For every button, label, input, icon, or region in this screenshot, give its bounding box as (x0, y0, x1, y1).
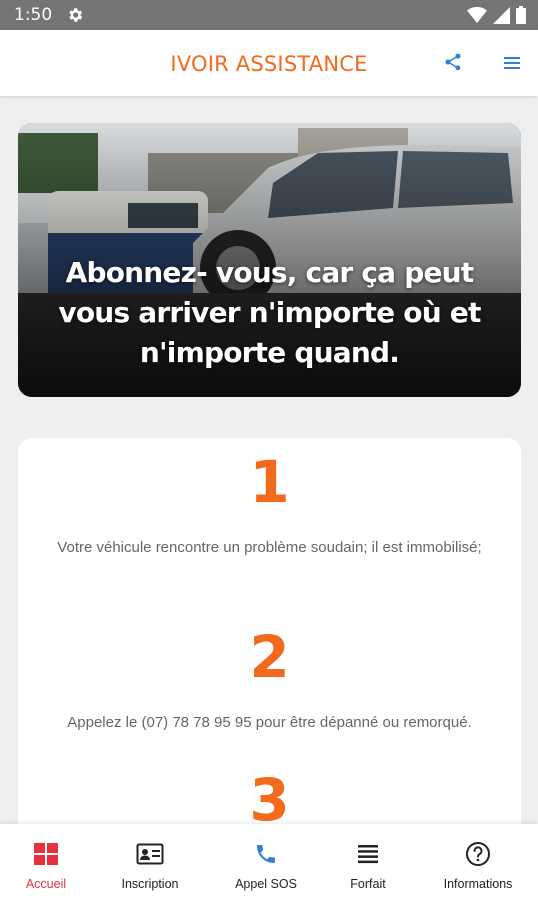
nav-item-forfait[interactable]: Forfait (322, 824, 414, 900)
nav-item-accueil[interactable]: Accueil (0, 824, 92, 900)
steps-card: 1 Votre véhicule rencontre un problème s… (18, 438, 521, 858)
wifi-icon (467, 7, 487, 23)
bottom-navigation: Accueil Inscription Appel SOS Forfait In… (0, 824, 538, 900)
grid-icon (34, 843, 58, 865)
list-icon (358, 845, 378, 864)
cell-signal-icon (493, 6, 510, 24)
step-number-1: 1 (249, 448, 290, 516)
nav-label-informations: Informations (443, 877, 513, 891)
help-icon (466, 842, 490, 866)
nav-label-inscription: Inscription (121, 877, 179, 891)
phone-icon (257, 845, 275, 863)
hero-banner: Abonnez- vous, car ça peut vous arriver … (18, 123, 521, 397)
battery-icon (516, 6, 526, 24)
step-text-1: Votre véhicule rencontre un problème sou… (57, 539, 482, 556)
nav-item-appel-sos[interactable]: Appel SOS (220, 824, 312, 900)
nav-label-appel-sos: Appel SOS (235, 877, 297, 891)
settings-gear-icon (69, 8, 83, 22)
status-bar: 1:50 (0, 0, 538, 30)
step-number-2: 2 (249, 623, 290, 691)
nav-label-accueil: Accueil (25, 877, 67, 891)
hamburger-menu-icon[interactable] (502, 54, 522, 72)
app-bar: IVOIR ASSISTANCE (0, 30, 538, 96)
id-card-icon (136, 843, 164, 865)
nav-item-informations[interactable]: Informations (428, 824, 528, 900)
hero-text: Abonnez- vous, car ça peut vous arriver … (58, 256, 481, 369)
nav-label-forfait: Forfait (350, 877, 386, 891)
share-icon[interactable] (443, 52, 463, 72)
nav-item-inscription[interactable]: Inscription (104, 824, 196, 900)
status-time: 1:50 (14, 5, 53, 25)
step-text-2: Appelez le (07) 78 78 95 95 pour être dé… (67, 714, 472, 731)
